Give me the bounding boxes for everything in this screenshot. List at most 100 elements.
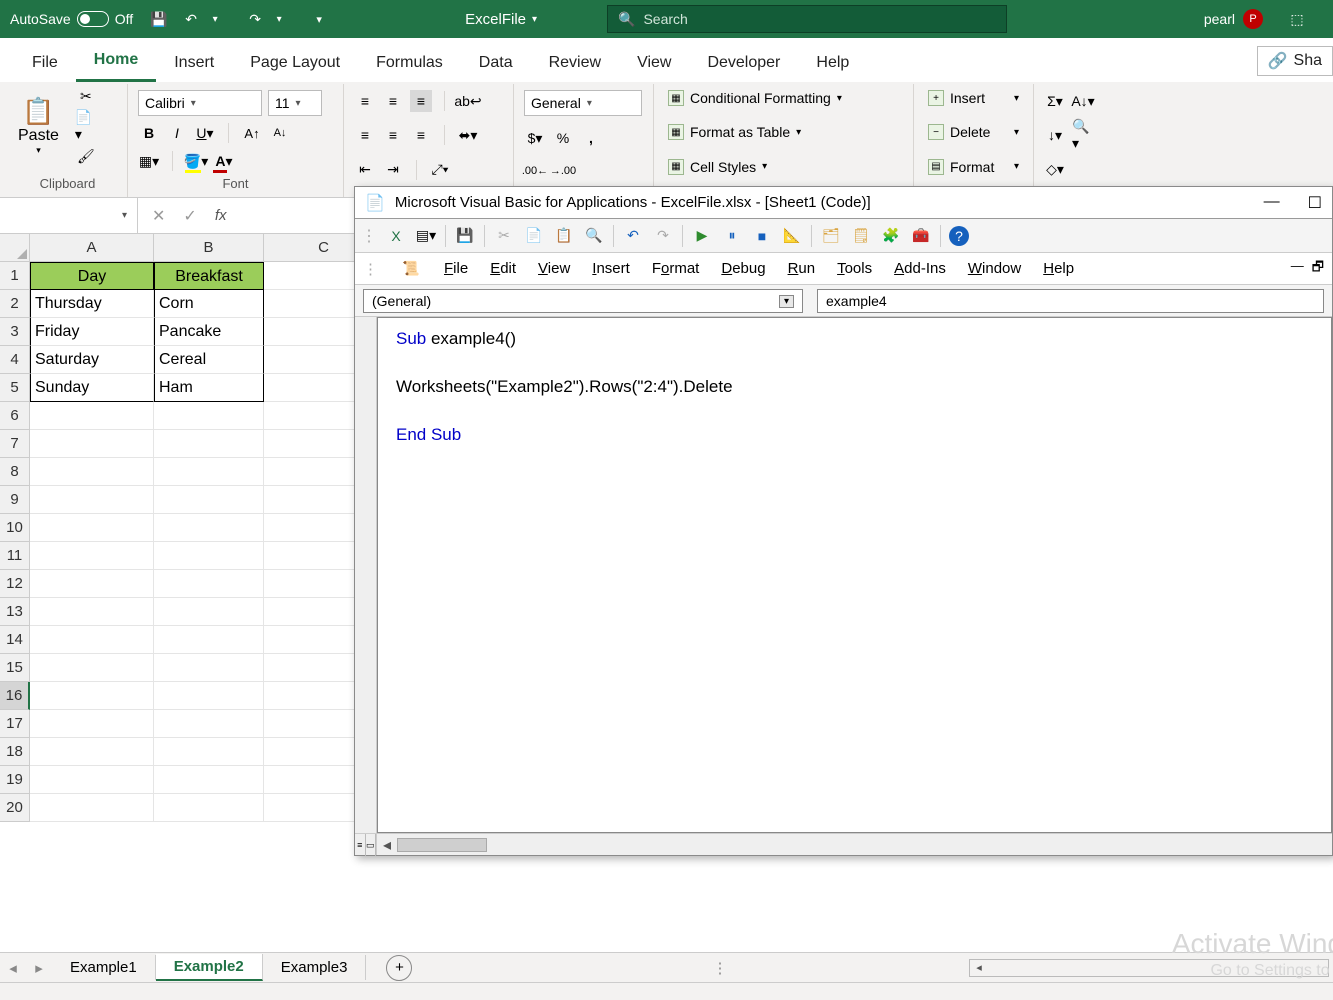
cell[interactable]: Saturday (30, 346, 154, 374)
cell[interactable] (30, 514, 154, 542)
menu-view[interactable]: View (538, 260, 570, 277)
increase-font-icon[interactable]: A↑ (241, 122, 263, 144)
vba-code-pane[interactable]: Sub example4() Worksheets("Example2").Ro… (377, 317, 1332, 833)
fill-color-button[interactable]: 🪣▾ (185, 150, 207, 172)
tab-formulas[interactable]: Formulas (358, 44, 461, 82)
wrap-text-icon[interactable]: ab↩ (457, 90, 479, 112)
col-header-b[interactable]: B (154, 234, 264, 262)
align-center-icon[interactable]: ≡ (382, 124, 404, 146)
cell[interactable]: Ham (154, 374, 264, 402)
row-header[interactable]: 5 (0, 374, 30, 402)
cell[interactable] (30, 486, 154, 514)
cell[interactable]: Friday (30, 318, 154, 346)
tab-data[interactable]: Data (461, 44, 531, 82)
object-browser-icon[interactable]: 🧩 (880, 225, 902, 247)
undo-icon[interactable]: ↶ (181, 9, 201, 29)
tab-file[interactable]: File (14, 44, 76, 82)
row-header[interactable]: 18 (0, 738, 30, 766)
merge-center-icon[interactable]: ⬌▾ (457, 124, 479, 146)
enter-icon[interactable]: ✓ (183, 206, 196, 226)
cell[interactable] (154, 458, 264, 486)
menu-tools[interactable]: Tools (837, 260, 872, 277)
row-header[interactable]: 11 (0, 542, 30, 570)
project-explorer-icon[interactable]: 🗂 (820, 225, 842, 247)
cell[interactable] (30, 682, 154, 710)
cut-icon[interactable]: ✂ (75, 85, 97, 107)
cell[interactable] (154, 738, 264, 766)
cell[interactable] (30, 710, 154, 738)
cell[interactable] (30, 430, 154, 458)
align-bottom-icon[interactable]: ≡ (410, 90, 432, 112)
tab-page-layout[interactable]: Page Layout (232, 44, 358, 82)
share-button[interactable]: 🔗 Sha (1257, 46, 1333, 76)
cell[interactable] (154, 654, 264, 682)
find-select-icon[interactable]: 🔍▾ (1072, 124, 1094, 146)
vba-window[interactable]: 📄 Microsoft Visual Basic for Application… (354, 186, 1333, 856)
menu-format[interactable]: Format (652, 260, 700, 277)
cell[interactable]: Corn (154, 290, 264, 318)
select-all-corner[interactable] (0, 234, 30, 262)
new-sheet-button[interactable]: + (386, 955, 412, 981)
cell[interactable] (154, 514, 264, 542)
design-mode-icon[interactable]: 📐 (781, 225, 803, 247)
sheet-tab-example2[interactable]: Example2 (156, 954, 263, 981)
cell[interactable] (154, 626, 264, 654)
vba-title-bar[interactable]: 📄 Microsoft Visual Basic for Application… (355, 187, 1332, 219)
font-color-button[interactable]: A▾ (213, 150, 235, 172)
toggle-icon[interactable] (77, 11, 109, 27)
borders-button[interactable]: ▦▾ (138, 150, 160, 172)
row-header[interactable]: 12 (0, 570, 30, 598)
cell[interactable] (154, 682, 264, 710)
tab-review[interactable]: Review (531, 44, 619, 82)
align-right-icon[interactable]: ≡ (410, 124, 432, 146)
font-name-dropdown[interactable]: Calibri▾ (138, 90, 262, 116)
menu-insert[interactable]: Insert (592, 260, 630, 277)
delete-cells-button[interactable]: −Delete▾ (924, 122, 1023, 142)
row-header[interactable]: 7 (0, 430, 30, 458)
conditional-formatting-button[interactable]: ▦Conditional Formatting▾ (664, 88, 903, 108)
col-header-a[interactable]: A (30, 234, 154, 262)
cell[interactable] (30, 598, 154, 626)
redo-icon[interactable]: ↷ (245, 9, 265, 29)
cell[interactable]: Breakfast (154, 262, 264, 290)
cell[interactable]: Sunday (30, 374, 154, 402)
minimize-icon[interactable]: — (1264, 193, 1280, 213)
cell[interactable]: Pancake (154, 318, 264, 346)
tab-help[interactable]: Help (798, 44, 867, 82)
cell[interactable] (154, 766, 264, 794)
user-area[interactable]: pearl P ⬚ (1204, 9, 1333, 29)
sheet-tab-example1[interactable]: Example1 (52, 955, 156, 980)
vba-horizontal-scrollbar[interactable]: ◂ (377, 833, 1332, 855)
row-header[interactable]: 16 (0, 682, 30, 710)
maximize-icon[interactable]: ☐ (1308, 193, 1322, 213)
cell[interactable] (154, 430, 264, 458)
cut-icon[interactable]: ✂ (493, 225, 515, 247)
horizontal-scrollbar[interactable]: ◂ (969, 959, 1329, 977)
comma-icon[interactable]: , (580, 127, 602, 149)
menu-edit[interactable]: Edit (490, 260, 516, 277)
chevron-down-icon[interactable]: ▾ (205, 9, 225, 29)
orientation-icon[interactable]: ⤢▾ (429, 159, 451, 181)
tab-scroll-left[interactable]: ◂ (0, 959, 26, 977)
insert-cells-button[interactable]: +Insert▾ (924, 88, 1023, 108)
cell[interactable] (154, 542, 264, 570)
object-dropdown[interactable]: (General) ▾ (363, 289, 803, 313)
cell-styles-button[interactable]: ▦Cell Styles▾ (664, 157, 903, 177)
name-box[interactable]: ▾ (0, 198, 138, 233)
fill-icon[interactable]: ↓▾ (1044, 124, 1066, 146)
row-header[interactable]: 19 (0, 766, 30, 794)
menu-file[interactable]: File (444, 260, 468, 277)
row-header[interactable]: 6 (0, 402, 30, 430)
save-icon[interactable]: 💾 (149, 9, 169, 29)
copy-icon[interactable]: 📄 (523, 225, 545, 247)
tab-developer[interactable]: Developer (689, 44, 798, 82)
run-icon[interactable]: ▶ (691, 225, 713, 247)
row-header[interactable]: 15 (0, 654, 30, 682)
cell[interactable]: Cereal (154, 346, 264, 374)
cell[interactable] (154, 402, 264, 430)
copy-icon[interactable]: 📄▾ (75, 115, 97, 137)
mdi-minimize-icon[interactable]: — (1291, 258, 1304, 280)
menu-window[interactable]: Window (968, 260, 1021, 277)
cell[interactable] (30, 626, 154, 654)
increase-decimal-icon[interactable]: .00← (524, 160, 546, 182)
